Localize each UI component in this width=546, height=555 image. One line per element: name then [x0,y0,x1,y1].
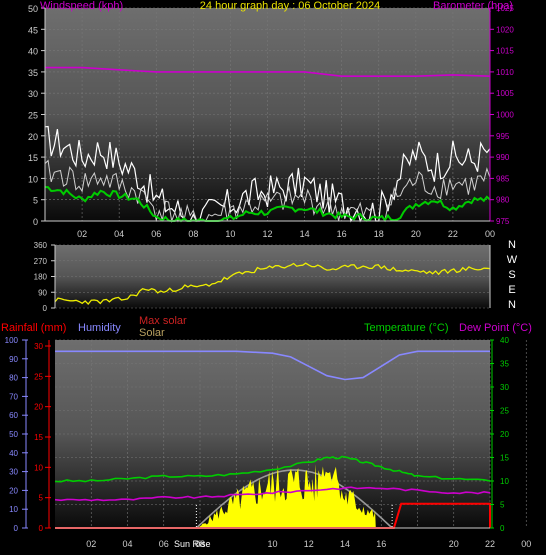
wind-x-tick-label: 14 [300,229,310,239]
barometer-tick-label: 975 [496,217,510,226]
rain-x-tick-label: 20 [449,539,459,549]
compass-label: S [508,269,515,281]
humidity-tick-label: 100 [5,336,19,345]
rain-tick-label: 20 [34,403,43,412]
rain-tick-label: 15 [34,433,43,442]
wind-x-tick-label: 00 [485,229,495,239]
wind-tick-label: 50 [28,4,38,14]
humidity-tick-label: 70 [9,392,18,401]
sunrise-label: Sun Rise [174,539,211,549]
humidity-tick-label: 10 [9,505,18,514]
humidity-tick-label: 20 [9,486,18,495]
wind-tick-label: 10 [28,174,38,184]
wind-tick-label: 35 [28,68,38,78]
wind-x-tick-label: 08 [188,229,198,239]
rain-x-tick-label: 02 [86,539,96,549]
rain-tick-label: 0 [39,524,44,533]
wind-tick-label: 40 [28,47,38,57]
wind-x-tick-label: 12 [262,229,272,239]
humidity-tick-label: 30 [9,468,18,477]
rain-x-tick-label: 00 [521,539,531,549]
barometer-tick-label: 985 [496,174,510,183]
barometer-tick-label: 1000 [496,111,514,120]
humidity-axis-label: Humidity [78,322,121,334]
temp-tick-label: 15 [500,454,509,463]
rain-x-tick-label: 10 [267,539,277,549]
wind-x-tick-label: 20 [411,229,421,239]
humidity-tick-label: 80 [9,374,18,383]
dir-tick-label: 360 [34,241,48,250]
max-solar-label: Max solar [139,315,187,327]
wind-tick-label: 45 [28,25,38,35]
rain-x-tick-label: 22 [485,539,495,549]
compass-label: N [508,299,516,311]
humidity-tick-label: 50 [9,430,18,439]
compass-label: W [507,254,518,266]
rain-tick-label: 30 [34,342,43,351]
temp-tick-label: 35 [500,360,509,369]
humidity-tick-label: 40 [9,449,18,458]
wind-tick-label: 25 [28,111,38,121]
temp-tick-label: 30 [500,383,509,392]
compass-label: N [508,239,516,251]
wind-x-tick-label: 18 [374,229,384,239]
rain-tick-label: 5 [39,494,44,503]
wind-tick-label: 0 [33,217,38,227]
barometer-tick-label: 980 [496,196,510,205]
barometer-tick-label: 990 [496,153,510,162]
wind-x-tick-label: 10 [225,229,235,239]
rain-x-tick-label: 16 [376,539,386,549]
rainfall-axis-label: Rainfall (mm) [1,322,66,334]
rain-x-tick-label: 04 [122,539,132,549]
wind-axis-label: Windspeed (kph) [40,0,123,12]
wind-tick-label: 20 [28,132,38,142]
dir-tick-label: 90 [38,288,47,297]
rain-tick-label: 25 [34,372,43,381]
humidity-tick-label: 90 [9,355,18,364]
barometer-tick-label: 995 [496,132,510,141]
wind-tick-label: 5 [33,196,38,206]
barometer-axis-label: Barometer (hpa) [433,0,513,12]
wind-x-tick-label: 16 [337,229,347,239]
barometer-tick-label: 1005 [496,89,514,98]
rain-x-tick-label: 06 [159,539,169,549]
wind-tick-label: 15 [28,153,38,163]
wind-x-tick-label: 02 [77,229,87,239]
chart-title: 24 hour graph day : 06 October 2024 [200,0,380,12]
wind-x-tick-label: 06 [151,229,161,239]
dir-tick-label: 270 [34,257,48,266]
barometer-tick-label: 1010 [496,68,514,77]
humidity-tick-label: 60 [9,411,18,420]
temperature-axis-label: Temperature (°C) [364,322,448,334]
barometer-tick-label: 1020 [496,25,514,34]
rain-x-tick-label: 12 [304,539,314,549]
temp-tick-label: 0 [500,524,505,533]
temp-tick-label: 20 [500,430,509,439]
temp-tick-label: 40 [500,336,509,345]
dew-point-axis-label: Dew Point (°C) [459,322,532,334]
temp-tick-label: 5 [500,501,505,510]
dir-tick-label: 0 [43,304,48,313]
dir-tick-label: 180 [34,273,48,282]
temp-tick-label: 25 [500,407,509,416]
wind-x-tick-label: 04 [114,229,124,239]
solar-label: Solar [139,327,165,339]
rain-tick-label: 10 [34,463,43,472]
rain-x-tick-label: 14 [340,539,350,549]
weather-chart: 0510152025303540455097598098599099510001… [1,0,532,549]
barometer-tick-label: 1015 [496,47,514,56]
compass-label: E [508,284,515,296]
wind-x-tick-label: 22 [448,229,458,239]
wind-tick-label: 30 [28,89,38,99]
humidity-tick-label: 0 [14,524,19,533]
temp-tick-label: 10 [500,477,509,486]
